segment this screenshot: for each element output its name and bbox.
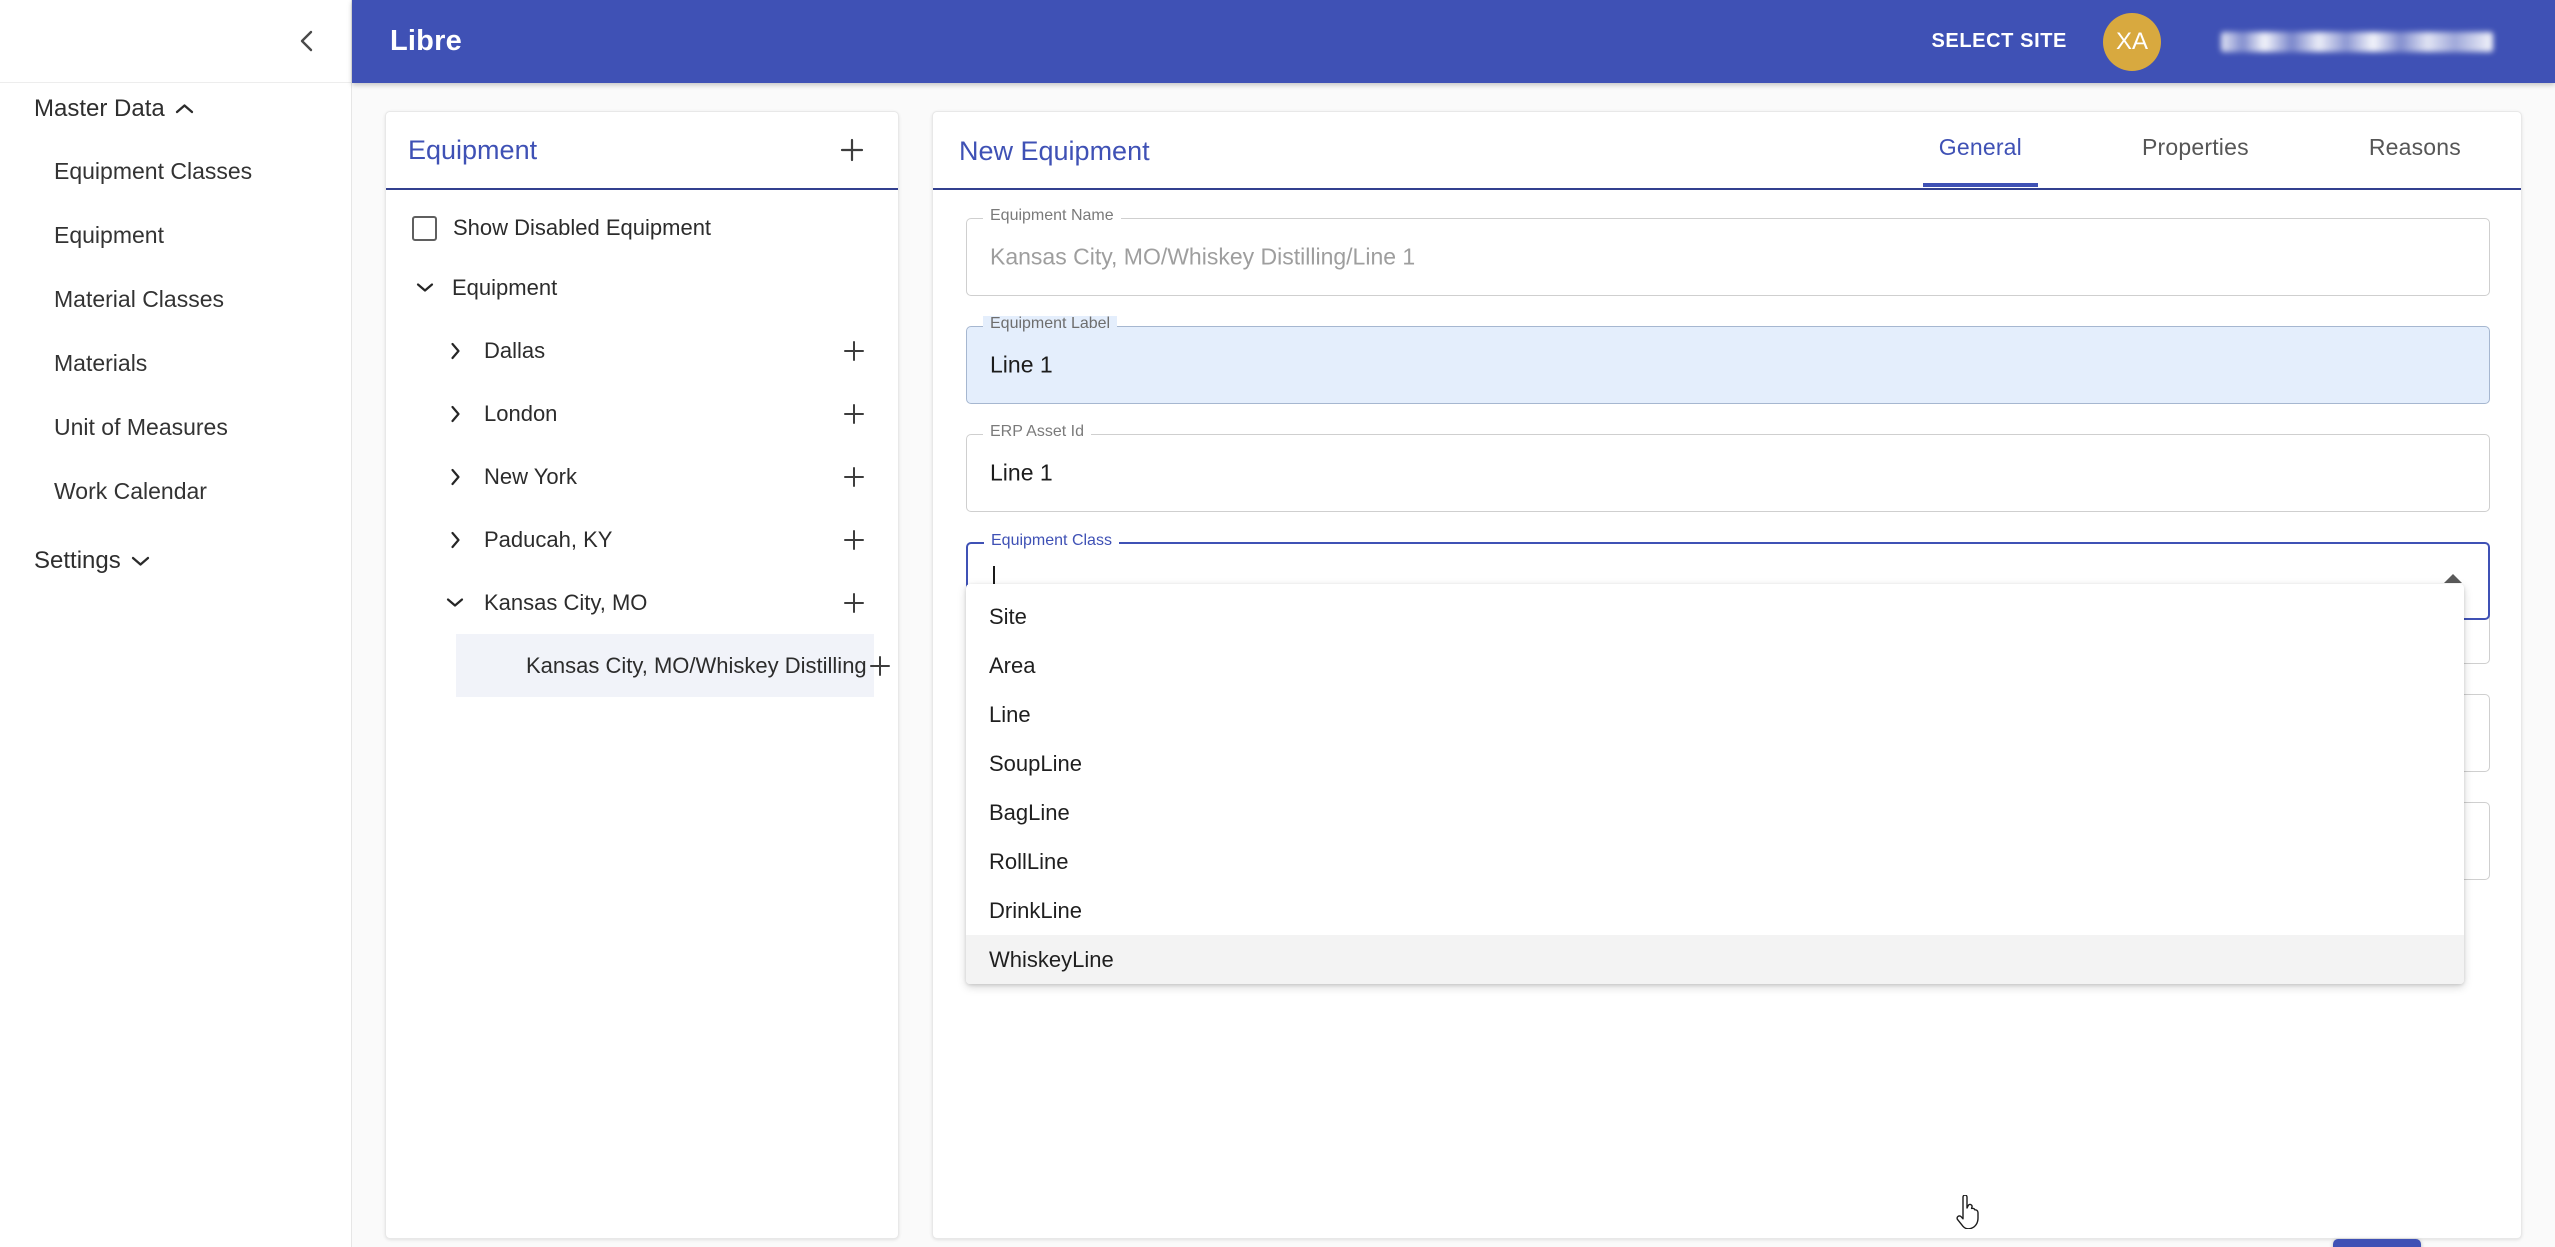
sidebar-item-label: Materials: [54, 349, 148, 376]
chevron-left-icon[interactable]: [287, 21, 327, 61]
chevron-up-icon: [175, 103, 194, 115]
tree-node-kansas-city-mo-whiskey-distilling[interactable]: Kansas City, MO/Whiskey Distilling: [456, 634, 890, 697]
equipment-class-dropdown[interactable]: Site Area Line SoupLine BagLine RollLine…: [966, 584, 2464, 984]
sidebar-item-label: Unit of Measures: [54, 413, 228, 440]
dropdown-option-whiskeyline[interactable]: WhiskeyLine: [966, 935, 2464, 984]
tab-reasons[interactable]: Reasons: [2369, 134, 2461, 187]
add-equipment-root-button[interactable]: [832, 130, 872, 170]
add-button[interactable]: ADD: [2333, 1239, 2421, 1247]
chevron-down-icon[interactable]: [438, 586, 472, 620]
erp-asset-id-input[interactable]: Line 1: [990, 460, 1053, 487]
sidebar-item-equipment[interactable]: Equipment: [0, 203, 351, 267]
erp-asset-id-label: ERP Asset Id: [983, 424, 1091, 440]
equipment-name-label: Equipment Name: [983, 208, 1121, 224]
equipment-name-field[interactable]: Equipment Name Kansas City, MO/Whiskey D…: [966, 208, 2490, 296]
sidebar-group-settings-label: Settings: [34, 547, 121, 574]
tree-node-label: London: [484, 400, 558, 426]
redacted-text: [2221, 31, 2493, 52]
tree-node-paducah-ky[interactable]: Paducah, KY: [386, 508, 898, 571]
dropdown-option-soupline[interactable]: SoupLine: [966, 739, 2464, 788]
erp-asset-id-field[interactable]: ERP Asset Id Line 1: [966, 424, 2490, 512]
app-title: Libre: [390, 25, 462, 57]
sidebar-item-label: Work Calendar: [54, 477, 207, 504]
sidebar-group-settings[interactable]: Settings: [0, 535, 351, 587]
tree-node-label: Equipment: [452, 274, 558, 300]
chevron-right-icon[interactable]: [438, 523, 472, 557]
select-site-button[interactable]: SELECT SITE: [1917, 20, 2081, 63]
show-disabled-equipment-checkbox-row[interactable]: Show Disabled Equipment: [386, 200, 898, 256]
tree-node-label: New York: [484, 463, 577, 489]
tree-node-new-york[interactable]: New York: [386, 445, 898, 508]
tree-node-kansas-city-mo[interactable]: Kansas City, MO: [386, 571, 898, 634]
show-disabled-equipment-label: Show Disabled Equipment: [453, 215, 712, 240]
dropdown-option-area[interactable]: Area: [966, 641, 2464, 690]
sidebar-item-equipment-classes[interactable]: Equipment Classes: [0, 139, 351, 203]
main-content: Equipment Show Disabled Equipment Equipm…: [352, 83, 2555, 1247]
form-tabs: General Properties Reasons: [1879, 112, 2521, 188]
equipment-name-input[interactable]: Kansas City, MO/Whiskey Distilling/Line …: [990, 244, 1415, 271]
equipment-label-label: Equipment Label: [983, 316, 1118, 332]
chevron-down-icon: [131, 555, 150, 567]
dropdown-option-site[interactable]: Site: [966, 592, 2464, 641]
tree-node-label: Kansas City, MO/Whiskey Distilling: [526, 652, 867, 678]
sidebar-item-material-classes[interactable]: Material Classes: [0, 267, 351, 331]
tree-node-dallas[interactable]: Dallas: [386, 319, 898, 382]
sidebar-item-label: Equipment: [54, 221, 164, 248]
sidebar-item-materials[interactable]: Materials: [0, 331, 351, 395]
tree-node-label: Kansas City, MO: [484, 589, 648, 615]
equipment-tree-header: Equipment: [386, 112, 898, 190]
add-child-button[interactable]: [836, 585, 872, 621]
equipment-tree-panel: Equipment Show Disabled Equipment Equipm…: [385, 111, 899, 1239]
sidebar-item-work-calendar[interactable]: Work Calendar: [0, 459, 351, 523]
add-child-button[interactable]: [836, 522, 872, 558]
left-sidebar: Master Data Equipment Classes Equipment …: [0, 0, 352, 1247]
equipment-class-label: Equipment Class: [984, 533, 1119, 549]
tree-node-equipment[interactable]: Equipment: [386, 256, 898, 319]
equipment-label-input[interactable]: Line 1: [990, 352, 1053, 379]
tab-properties[interactable]: Properties: [2142, 134, 2249, 187]
sidebar-master-data-items: Equipment Classes Equipment Material Cla…: [0, 135, 351, 523]
app-header: Libre SELECT SITE XA: [352, 0, 2555, 83]
sidebar-group-master-data-label: Master Data: [34, 95, 165, 122]
add-child-button[interactable]: [867, 648, 893, 684]
add-child-button[interactable]: [836, 396, 872, 432]
dropdown-option-line[interactable]: Line: [966, 690, 2464, 739]
mouse-cursor-pointer-icon: [1955, 1194, 1981, 1234]
dropdown-option-drinkline[interactable]: DrinkLine: [966, 886, 2464, 935]
avatar[interactable]: XA: [2103, 12, 2161, 71]
sidebar-group-master-data[interactable]: Master Data: [0, 83, 351, 135]
dropdown-option-rollline[interactable]: RollLine: [966, 837, 2464, 886]
equipment-tree-body: Show Disabled Equipment Equipment Dallas…: [386, 190, 898, 697]
sidebar-item-unit-of-measures[interactable]: Unit of Measures: [0, 395, 351, 459]
add-child-button[interactable]: [836, 459, 872, 495]
tab-general[interactable]: General: [1922, 134, 2039, 187]
tree-node-london[interactable]: London: [386, 382, 898, 445]
form-header: New Equipment General Properties Reasons: [933, 112, 2521, 190]
page-title: New Equipment: [959, 136, 1150, 166]
new-equipment-form-panel: New Equipment General Properties Reasons…: [932, 111, 2522, 1247]
add-child-button[interactable]: [836, 333, 872, 369]
chevron-right-icon[interactable]: [438, 460, 472, 494]
chevron-right-icon[interactable]: [438, 397, 472, 431]
sidebar-item-label: Equipment Classes: [54, 157, 253, 184]
equipment-tree-title: Equipment: [408, 134, 538, 165]
dropdown-option-bagline[interactable]: BagLine: [966, 788, 2464, 837]
tree-node-label: Dallas: [484, 337, 546, 363]
chevron-right-icon[interactable]: [438, 334, 472, 368]
chevron-down-icon[interactable]: [408, 271, 442, 305]
app-header-actions: SELECT SITE XA: [1917, 12, 2555, 71]
equipment-label-field[interactable]: Equipment Label Line 1: [966, 316, 2490, 404]
sidebar-item-label: Material Classes: [54, 285, 224, 312]
show-disabled-equipment-checkbox[interactable]: [412, 215, 437, 241]
sidebar-header: [0, 0, 351, 83]
tree-node-label: Paducah, KY: [484, 526, 613, 552]
